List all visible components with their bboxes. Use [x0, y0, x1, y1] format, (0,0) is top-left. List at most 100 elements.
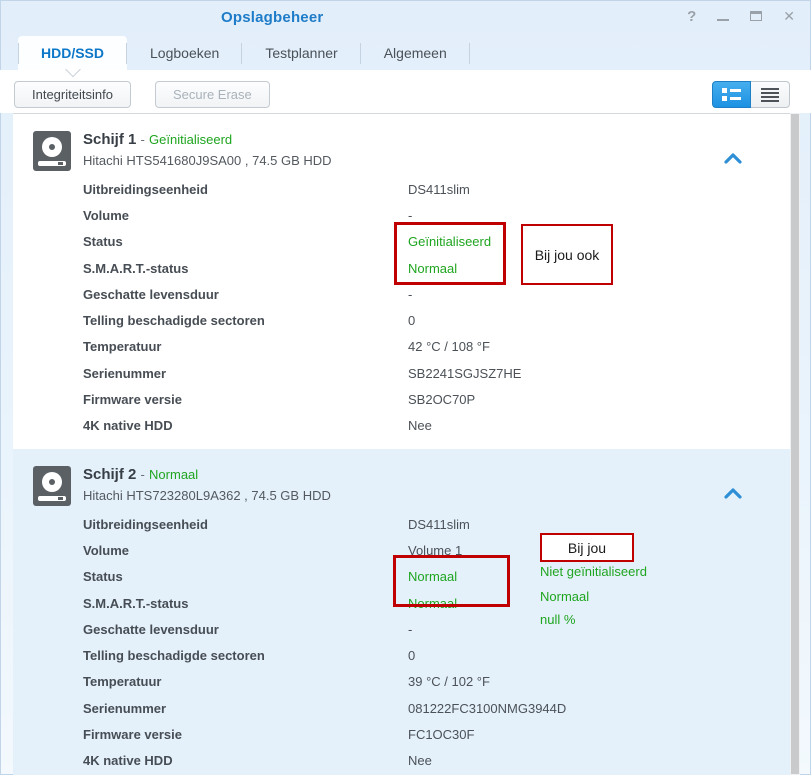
disk-dash: - — [141, 467, 145, 482]
view-toggle-group — [712, 81, 790, 108]
disk-model: Hitachi HTS541680J9SA00 , 74.5 GB HDD — [83, 151, 766, 171]
detail-label: Temperatuur — [83, 674, 408, 689]
window-title: Opslagbeheer — [221, 9, 323, 26]
tab-algemeen[interactable]: Algemeen — [361, 36, 470, 70]
disk-rows: UitbreidingseenheidDS411slimVolume-Statu… — [83, 176, 766, 439]
hard-disk-icon — [33, 466, 71, 506]
tab-label: HDD/SSD — [41, 45, 104, 61]
detail-label: Status — [83, 569, 408, 584]
tab-hdd-ssd[interactable]: HDD/SSD — [18, 36, 127, 70]
detail-value: 0 — [408, 648, 415, 663]
scrollbar-thumb[interactable] — [791, 114, 799, 774]
detail-row: Firmware versieFC1OC30F — [83, 721, 766, 747]
annotation-value-smart: Normaal — [540, 589, 589, 604]
close-icon[interactable]: ✕ — [783, 7, 795, 25]
detail-row: Temperatuur42 °C / 108 °F — [83, 334, 766, 360]
detail-row: 4K native HDDNee — [83, 413, 766, 439]
detail-view-icon — [722, 88, 741, 101]
detail-value: - — [408, 208, 412, 223]
hard-disk-icon — [33, 131, 71, 171]
disk-name: Schijf 1 — [83, 131, 136, 148]
detail-label: Firmware versie — [83, 727, 408, 742]
detail-row: Geschatte levensduur- — [83, 281, 766, 307]
list-view-icon — [761, 88, 779, 102]
detail-value: 0 — [408, 313, 415, 328]
detail-label: Telling beschadigde sectoren — [83, 313, 408, 328]
detail-row: Telling beschadigde sectoren0 — [83, 307, 766, 333]
annotation-label-disk1: Bij jou ook — [521, 224, 613, 285]
detail-value: - — [408, 287, 412, 302]
tab-bar: HDD/SSD Logboeken Testplanner Algemeen — [0, 36, 811, 70]
detail-value: - — [408, 622, 412, 637]
disk-status-badge: Geïnitialiseerd — [149, 132, 232, 147]
detail-value: DS411slim — [408, 182, 470, 197]
tab-label: Logboeken — [150, 45, 219, 61]
detail-value: 081222FC3100NMG3944D — [408, 701, 566, 716]
disk-list: Schijf 1 - Geïnitialiseerd Hitachi HTS54… — [13, 113, 800, 775]
minimize-icon[interactable] — [717, 7, 729, 25]
tab-testplanner[interactable]: Testplanner — [242, 36, 360, 70]
disk-rows: UitbreidingseenheidDS411slimVolumeVolume… — [83, 511, 766, 774]
detail-value: SB2241SGJSZ7HE — [408, 366, 521, 381]
detail-label: 4K native HDD — [83, 418, 408, 433]
detail-label: Temperatuur — [83, 339, 408, 354]
detail-label: Status — [83, 234, 408, 249]
detail-label: Serienummer — [83, 701, 408, 716]
title-bar: Opslagbeheer ? ✕ — [0, 0, 811, 36]
integrity-info-button[interactable]: Integriteitsinfo — [14, 81, 131, 108]
detail-value: DS411slim — [408, 517, 470, 532]
annotation-value-lifespan: null % — [540, 612, 575, 627]
annotation-value-status: Niet geïnitialiseerd — [540, 564, 647, 579]
detail-label: S.M.A.R.T.-status — [83, 596, 408, 611]
detail-label: Telling beschadigde sectoren — [83, 648, 408, 663]
tab-logboeken[interactable]: Logboeken — [127, 36, 242, 70]
detail-label: Firmware versie — [83, 392, 408, 407]
detail-label: Volume — [83, 543, 408, 558]
detail-label: Uitbreidingseenheid — [83, 517, 408, 532]
disk-status-badge: Normaal — [149, 467, 198, 482]
window-controls: ? ✕ — [687, 7, 795, 25]
detail-value: 39 °C / 102 °F — [408, 674, 490, 689]
detail-value: SB2OC70P — [408, 392, 475, 407]
disk-header: Schijf 1 - Geïnitialiseerd Hitachi HTS54… — [33, 129, 766, 176]
annotation-box-disk2-status — [393, 555, 510, 607]
detail-label: Uitbreidingseenheid — [83, 182, 408, 197]
maximize-icon[interactable] — [750, 7, 762, 25]
list-view-button[interactable] — [751, 81, 790, 108]
detail-row: SerienummerSB2241SGJSZ7HE — [83, 360, 766, 386]
detail-row: UitbreidingseenheidDS411slim — [83, 176, 766, 202]
toolbar: Integriteitsinfo Secure Erase — [0, 70, 811, 113]
detail-view-button[interactable] — [712, 81, 751, 108]
disk-title: Schijf 2 - Normaal — [83, 464, 766, 486]
annotation-label-disk2: Bij jou — [540, 533, 634, 562]
detail-value: FC1OC30F — [408, 727, 474, 742]
disk-header: Schijf 2 - Normaal Hitachi HTS723280L9A3… — [33, 464, 766, 511]
detail-label: Geschatte levensduur — [83, 622, 408, 637]
tab-label: Algemeen — [384, 45, 447, 61]
scrollbar — [790, 113, 800, 775]
disk-name: Schijf 2 — [83, 466, 136, 483]
detail-value: Nee — [408, 418, 432, 433]
disk-dash: - — [141, 132, 145, 147]
detail-label: S.M.A.R.T.-status — [83, 261, 408, 276]
disk-section: Schijf 2 - Normaal Hitachi HTS723280L9A3… — [13, 449, 800, 775]
disk-title: Schijf 1 - Geïnitialiseerd — [83, 129, 766, 151]
detail-value: Nee — [408, 753, 432, 768]
collapse-button[interactable] — [724, 152, 742, 164]
detail-value: 42 °C / 108 °F — [408, 339, 490, 354]
detail-label: Geschatte levensduur — [83, 287, 408, 302]
detail-row: Geschatte levensduur- — [83, 616, 766, 642]
detail-row: 4K native HDDNee — [83, 748, 766, 774]
collapse-button[interactable] — [724, 487, 742, 499]
disk-model: Hitachi HTS723280L9A362 , 74.5 GB HDD — [83, 486, 766, 506]
secure-erase-button[interactable]: Secure Erase — [155, 81, 270, 108]
detail-label: 4K native HDD — [83, 753, 408, 768]
detail-row: Temperatuur39 °C / 102 °F — [83, 669, 766, 695]
detail-row: UitbreidingseenheidDS411slim — [83, 511, 766, 537]
detail-row: Firmware versieSB2OC70P — [83, 386, 766, 412]
detail-label: Serienummer — [83, 366, 408, 381]
detail-row: Serienummer081222FC3100NMG3944D — [83, 695, 766, 721]
help-icon[interactable]: ? — [687, 7, 696, 25]
annotation-box-disk1-status — [394, 222, 506, 285]
detail-row: Telling beschadigde sectoren0 — [83, 642, 766, 668]
